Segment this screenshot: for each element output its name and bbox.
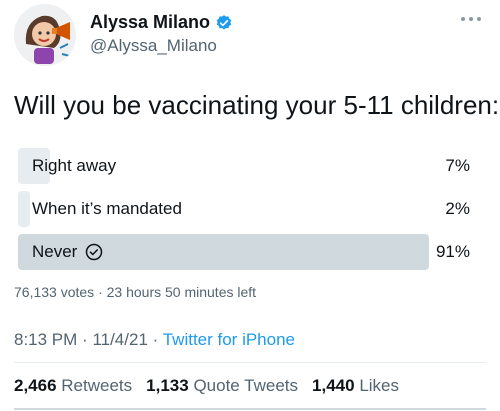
cartoon-avatar-icon (14, 4, 76, 66)
vote-count: 76,133 votes (14, 284, 95, 300)
poll-meta: 76,133 votes · 23 hours 50 minutes left (14, 284, 257, 300)
tweet-source-link[interactable]: Twitter for iPhone (163, 330, 295, 349)
user-handle[interactable]: @Alyssa_Milano (90, 36, 217, 56)
retweets-label: Retweets (61, 376, 133, 395)
poll-option-when-mandated[interactable]: When it’s mandated 2% (18, 191, 470, 227)
tweet-time[interactable]: 8:13 PM (14, 330, 77, 349)
poll-option-label: Right away (32, 156, 117, 175)
avatar[interactable] (14, 4, 76, 66)
tweet-date[interactable]: 11/4/21 (92, 330, 147, 349)
poll: Right away 7% When it’s mandated 2% Neve… (18, 148, 470, 277)
poll-option-percent: 91% (435, 242, 470, 261)
more-options-icon[interactable] (458, 10, 484, 28)
display-name-text: Alyssa Milano (90, 12, 211, 32)
likes-count: 1,440 (312, 376, 355, 395)
voted-check-icon (85, 243, 103, 261)
divider (14, 362, 486, 363)
likes-stat[interactable]: 1,440 Likes (312, 376, 399, 396)
tweet-stats: 2,466 Retweets 1,133 Quote Tweets 1,440 … (14, 376, 399, 396)
poll-bar (18, 191, 30, 227)
tweet-text: Will you be vaccinating your 5-11 childr… (14, 90, 500, 120)
poll-option-percent: 2% (445, 199, 470, 218)
retweets-stat[interactable]: 2,466 Retweets (14, 376, 132, 396)
poll-option-label: When it’s mandated (32, 199, 182, 218)
poll-option-label: Never (32, 242, 78, 261)
retweets-count: 2,466 (14, 376, 57, 395)
likes-label: Likes (359, 376, 399, 395)
quote-tweets-label: Quote Tweets (193, 376, 299, 395)
poll-time-left: 23 hours 50 minutes left (106, 284, 257, 300)
tweet-timestamp: 8:13 PM · 11/4/21 · Twitter for iPhone (14, 330, 295, 349)
display-name[interactable]: Alyssa Milano (90, 12, 233, 33)
quote-tweets-count: 1,133 (146, 376, 189, 395)
divider (14, 408, 486, 410)
poll-option-right-away[interactable]: Right away 7% (18, 148, 470, 184)
poll-option-percent: 7% (445, 156, 470, 175)
poll-option-never[interactable]: Never 91% (18, 234, 470, 270)
verified-badge-icon (215, 14, 233, 32)
quote-tweets-stat[interactable]: 1,133 Quote Tweets (146, 376, 298, 396)
